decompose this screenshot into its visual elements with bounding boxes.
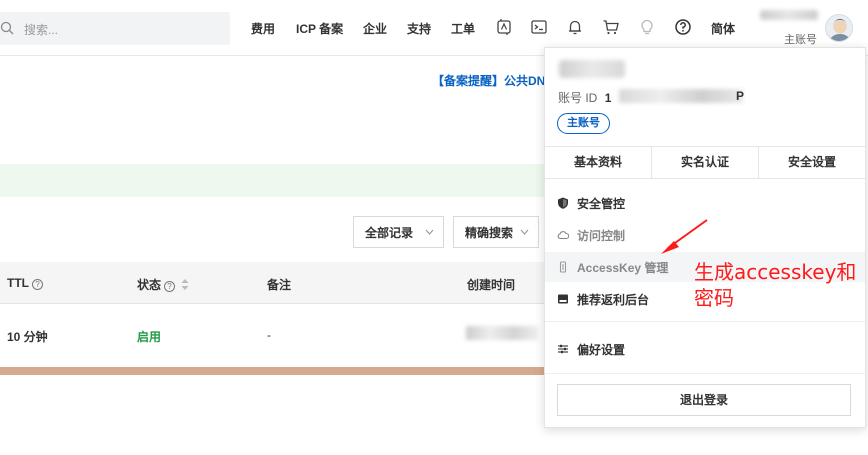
menu-item-preferences[interactable]: 偏好设置 xyxy=(545,334,865,364)
column-status[interactable]: 状态? xyxy=(137,276,189,293)
menu-item-label: 推荐返利后台 xyxy=(577,292,650,307)
cell-remark: - xyxy=(267,328,271,342)
menu-divider xyxy=(545,373,865,374)
nav-ticket[interactable]: 工单 xyxy=(451,20,475,37)
language-switch[interactable]: 简体 xyxy=(711,20,735,37)
all-records-label: 全部记录 xyxy=(365,225,414,240)
chevron-down-icon xyxy=(425,229,434,235)
horizontal-scrollbar[interactable] xyxy=(0,367,560,375)
lightbulb-icon[interactable] xyxy=(638,18,656,36)
menu-item-label: 安全管控 xyxy=(577,196,626,211)
all-records-dropdown[interactable]: 全部记录 xyxy=(353,216,444,248)
cell-status: 启用 xyxy=(137,330,162,344)
column-status-label: 状态 xyxy=(137,278,162,292)
sort-icon[interactable] xyxy=(181,279,189,290)
annotation-arrow-icon xyxy=(661,219,708,254)
gift-icon xyxy=(558,294,568,304)
cart-icon[interactable] xyxy=(602,18,620,36)
account-id-suffix: P xyxy=(736,89,745,103)
account-id-prefix: 1 xyxy=(604,91,612,105)
account-name-blurred xyxy=(559,60,625,78)
nav-support[interactable]: 支持 xyxy=(407,20,431,37)
menu-divider xyxy=(545,321,865,322)
account-id-label: 账号 ID xyxy=(558,91,598,105)
menu-item-security-control[interactable]: 安全管控 xyxy=(545,188,865,218)
column-ttl-label: TTL xyxy=(7,276,29,290)
ai-assistant-icon[interactable] xyxy=(495,18,513,36)
info-banner xyxy=(0,164,560,197)
column-created-time: 创建时间 xyxy=(467,278,516,292)
cell-created-time-blurred xyxy=(466,326,538,340)
search-icon xyxy=(0,21,14,35)
account-tabs: 基本资料 实名认证 安全设置 xyxy=(545,146,865,179)
search-placeholder: 搜索... xyxy=(24,23,59,37)
main-account-badge: 主账号 xyxy=(557,113,610,134)
menu-item-label: 偏好设置 xyxy=(577,342,626,357)
shield-icon xyxy=(558,197,568,209)
precise-search-dropdown[interactable]: 精确搜索 xyxy=(453,216,539,248)
key-icon xyxy=(559,261,567,273)
search-box[interactable]: 搜索... xyxy=(0,12,230,45)
annotation-text: 生成accesskey和密码 xyxy=(694,260,857,310)
question-icon[interactable]: ? xyxy=(32,279,43,290)
avatar[interactable] xyxy=(825,14,853,42)
question-icon[interactable]: ? xyxy=(164,281,176,292)
account-id-blurred xyxy=(619,89,743,103)
column-ttl: TTL? xyxy=(7,276,43,290)
nav-icp-filing[interactable]: ICP 备案 xyxy=(296,20,343,37)
cell-ttl: 10 分钟 xyxy=(7,330,48,344)
menu-item-label: 访问控制 xyxy=(577,228,626,243)
menu-item-label: AccessKey 管理 xyxy=(577,260,669,275)
account-role[interactable]: 主账号 xyxy=(784,31,817,47)
terminal-icon[interactable] xyxy=(530,18,548,36)
user-avatar-icon xyxy=(829,19,851,41)
precise-search-label: 精确搜索 xyxy=(465,225,514,240)
sliders-icon xyxy=(558,344,568,354)
help-icon[interactable] xyxy=(674,18,692,36)
cloud-icon xyxy=(557,231,569,240)
column-remark: 备注 xyxy=(267,278,292,292)
nav-enterprise[interactable]: 企业 xyxy=(363,20,387,37)
logout-button[interactable]: 退出登录 xyxy=(557,384,851,416)
tab-security-settings[interactable]: 安全设置 xyxy=(759,147,865,178)
tab-basic-info[interactable]: 基本资料 xyxy=(545,147,652,178)
bell-icon[interactable] xyxy=(566,18,584,36)
filing-notice-link[interactable]: 【备案提醒】公共DN xyxy=(432,72,545,89)
account-name-blurred[interactable] xyxy=(760,10,818,20)
tab-real-name-verification[interactable]: 实名认证 xyxy=(652,147,759,178)
account-id-row: 账号 ID 1 xyxy=(558,89,611,106)
nav-billing[interactable]: 费用 xyxy=(251,20,275,37)
chevron-down-icon xyxy=(520,229,529,235)
